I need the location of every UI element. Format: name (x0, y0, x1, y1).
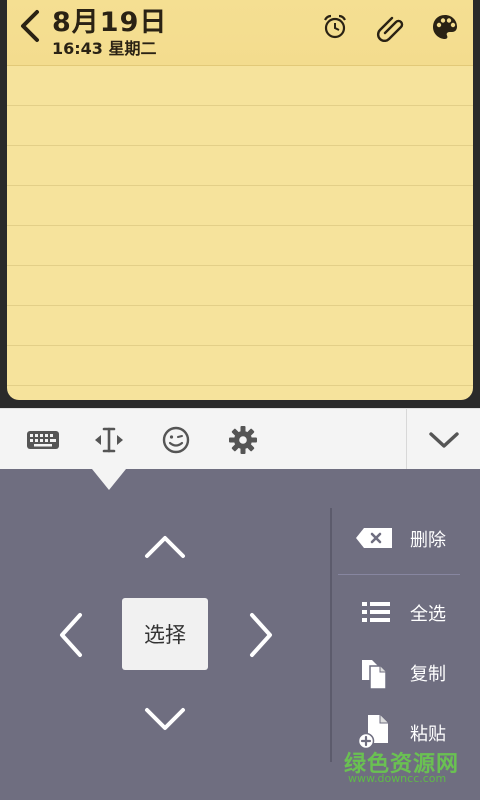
cursor-up-button[interactable] (140, 522, 190, 572)
note-date: 8月19日 (52, 7, 168, 38)
note-time: 16:43 星期二 (52, 39, 157, 58)
copy-button[interactable]: 复制 (352, 650, 462, 694)
note-paper[interactable]: 8月19日 16:43 星期二 (7, 0, 473, 400)
keyboard-icon[interactable] (26, 423, 60, 457)
paperclip-icon[interactable] (376, 12, 406, 42)
panel-divider (330, 508, 332, 762)
settings-gear-icon[interactable] (226, 423, 260, 457)
toolbar-divider (406, 409, 407, 470)
note-header: 8月19日 16:43 星期二 (7, 0, 473, 66)
select-all-button[interactable]: 全选 (352, 590, 462, 634)
cursor-right-button[interactable] (236, 610, 286, 660)
copy-icon (362, 660, 387, 690)
emoji-icon[interactable] (159, 423, 193, 457)
toolbar-pointer (92, 469, 126, 490)
watermark-sub: www.downcc.com (348, 772, 447, 785)
note-frame: 8月19日 16:43 星期二 (0, 0, 480, 408)
text-cursor-icon[interactable] (92, 423, 126, 457)
select-all-label: 全选 (410, 604, 446, 625)
cursor-left-button[interactable] (46, 610, 96, 660)
back-chevron-icon[interactable] (15, 6, 45, 46)
paste-icon (357, 715, 388, 750)
palette-icon[interactable] (430, 12, 460, 42)
chevron-down-icon[interactable] (426, 423, 462, 457)
input-toolbar (0, 408, 480, 470)
backspace-icon (356, 528, 392, 548)
select-button[interactable]: 选择 (122, 598, 208, 670)
delete-button[interactable]: 删除 (352, 516, 462, 560)
watermark: 绿色资源网 www.downcc.com (344, 746, 464, 794)
cursor-down-button[interactable] (140, 696, 190, 746)
action-divider (338, 574, 460, 575)
note-lines (7, 66, 473, 400)
paste-label: 粘贴 (410, 724, 446, 745)
list-icon (362, 602, 390, 622)
copy-label: 复制 (410, 664, 446, 685)
delete-label: 删除 (410, 530, 446, 551)
alarm-icon[interactable] (320, 12, 350, 42)
